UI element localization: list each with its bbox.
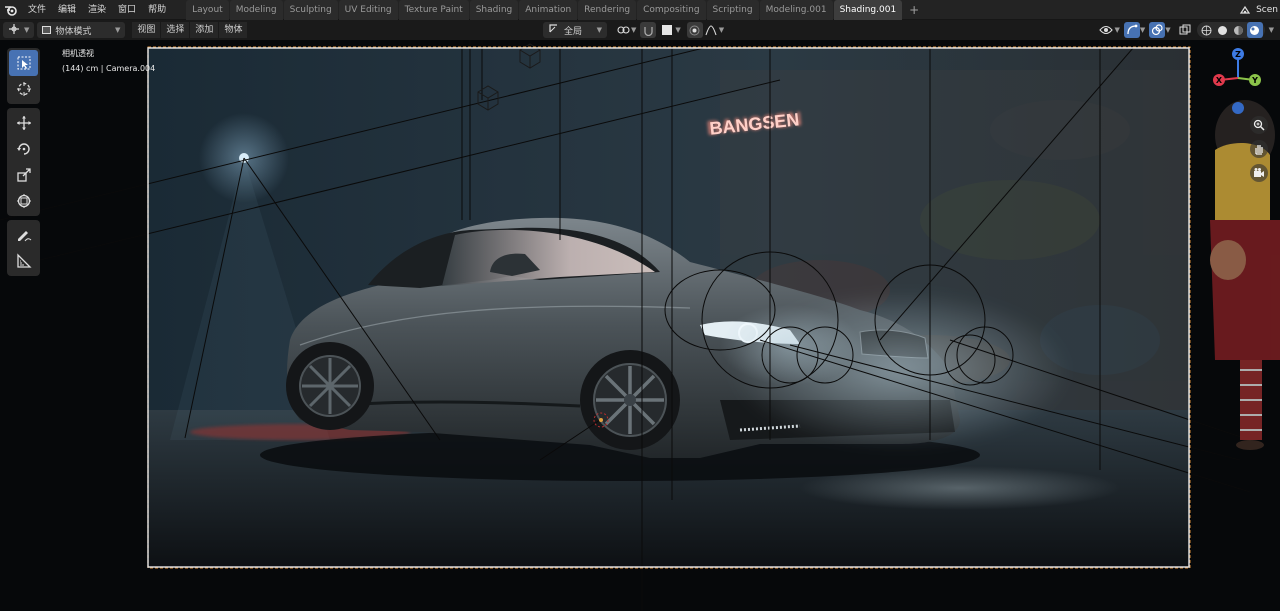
tool-shelf: [7, 48, 40, 280]
wireframe-shading-icon[interactable]: [1199, 22, 1215, 38]
menu-render[interactable]: 渲染: [82, 0, 112, 20]
rendered-scene[interactable]: BANGSEN BANGSEN: [0, 40, 1280, 611]
menu-view[interactable]: 视图: [132, 22, 161, 38]
shading-mode-group: [1196, 22, 1265, 38]
blender-logo-icon[interactable]: [0, 0, 22, 20]
pivot-icon[interactable]: [615, 22, 631, 38]
object-mode-icon: [42, 26, 52, 34]
menu-window[interactable]: 窗口: [112, 0, 142, 20]
chevron-down-icon[interactable]: ▼: [675, 26, 680, 34]
xray-toggle-icon[interactable]: [1177, 22, 1193, 38]
menu-object[interactable]: 物体: [219, 22, 248, 38]
snap-icon[interactable]: [640, 22, 657, 38]
pan-hand-icon[interactable]: [1250, 140, 1268, 158]
tab-layout[interactable]: Layout: [186, 0, 229, 20]
top-menu-bar: 文件 编辑 渲染 窗口 帮助 Layout Modeling Sculpting…: [0, 0, 1280, 20]
viewport-camera-mode: 相机透视: [62, 49, 94, 58]
chevron-down-icon[interactable]: ▼: [1140, 26, 1145, 34]
menu-select[interactable]: 选择: [161, 22, 190, 38]
editor-type-button[interactable]: ▼: [3, 22, 35, 38]
orientation-select[interactable]: 全局 ▼: [543, 22, 607, 38]
menu-file[interactable]: 文件: [22, 0, 52, 20]
select-box-tool[interactable]: [9, 50, 38, 76]
orientation-label: 全局: [564, 26, 583, 37]
3d-viewport[interactable]: BANGSEN BANGSEN 相机透视 (144) cm | Camera.0…: [0, 40, 1280, 611]
scene-name: Scen: [1256, 5, 1278, 15]
navigation-gizmo[interactable]: Z X Y: [1208, 44, 1268, 89]
move-tool[interactable]: [9, 110, 38, 136]
chevron-down-icon: ▼: [596, 26, 602, 34]
transform-tools: 全局 ▼ ▼ ▼ ▼: [540, 22, 724, 38]
viewport-header: ▼ 物体模式 ▼ 视图 选择 添加 物体 全局 ▼ ▼ ▼ ▼ ▼ ▼ ▼ ▼: [0, 20, 1280, 40]
chevron-down-icon: ▼: [115, 26, 121, 34]
tab-uv-editing[interactable]: UV Editing: [338, 0, 398, 20]
falloff-icon[interactable]: [703, 22, 719, 38]
scene-icon: [1237, 2, 1253, 18]
menu-help[interactable]: 帮助: [142, 0, 172, 20]
chevron-down-icon[interactable]: ▼: [631, 26, 636, 34]
camera-view: BANGSEN BANGSEN: [148, 47, 1190, 568]
orientation-icon: [548, 23, 559, 37]
tool-group-transform: [7, 108, 40, 216]
overlays-toggle-icon[interactable]: [1149, 22, 1166, 38]
zoom-icon[interactable]: [1250, 116, 1268, 134]
menu-edit[interactable]: 编辑: [52, 0, 82, 20]
gizmo-toggle-icon[interactable]: [1123, 22, 1140, 38]
mode-select[interactable]: 物体模式 ▼: [37, 22, 126, 38]
tool-group-select: [7, 48, 40, 104]
tab-animation[interactable]: Animation: [519, 0, 578, 20]
chevron-down-icon: ▼: [24, 26, 30, 34]
scene-selector[interactable]: Scen: [1237, 0, 1280, 20]
tab-rendering[interactable]: Rendering: [578, 0, 637, 20]
tab-shading-001[interactable]: Shading.001: [833, 0, 903, 20]
tab-texture-paint[interactable]: Texture Paint: [398, 0, 469, 20]
proportional-edit-icon[interactable]: [686, 22, 703, 38]
gizmo-y-label: Y: [1251, 76, 1258, 85]
tab-compositing[interactable]: Compositing: [637, 0, 706, 20]
gizmo-z-label: Z: [1235, 50, 1241, 59]
chevron-down-icon[interactable]: ▼: [719, 26, 724, 34]
tool-group-annotate: [7, 220, 40, 276]
chevron-down-icon[interactable]: ▼: [1165, 26, 1170, 34]
viewport-display-tools: ▼ ▼ ▼ ▼: [1098, 22, 1274, 38]
axis-icon: [8, 23, 20, 38]
rotate-tool[interactable]: [9, 136, 38, 162]
camera-view-icon[interactable]: [1250, 164, 1268, 182]
add-workspace-button[interactable]: +: [903, 0, 925, 20]
header-menus: 视图 选择 添加 物体: [131, 22, 248, 38]
gizmo-x-label: X: [1216, 76, 1223, 85]
workspace-tabs: Layout Modeling Sculpting UV Editing Tex…: [186, 0, 925, 20]
chevron-down-icon[interactable]: ▼: [1269, 26, 1274, 34]
menu-add[interactable]: 添加: [190, 22, 219, 38]
measure-tool[interactable]: [9, 248, 38, 274]
mode-label: 物体模式: [55, 26, 92, 37]
tab-shading[interactable]: Shading: [469, 0, 519, 20]
material-shading-icon[interactable]: [1231, 22, 1247, 38]
tab-modeling[interactable]: Modeling: [229, 0, 283, 20]
solid-shading-icon[interactable]: [1215, 22, 1231, 38]
transform-tool[interactable]: [9, 188, 38, 214]
tab-scripting[interactable]: Scripting: [706, 0, 759, 20]
annotate-tool[interactable]: [9, 222, 38, 248]
rendered-shading-icon[interactable]: [1246, 22, 1263, 38]
tab-sculpting[interactable]: Sculpting: [283, 0, 338, 20]
cursor-tool[interactable]: [9, 76, 38, 102]
viewport-camera-info: (144) cm | Camera.004: [62, 64, 156, 73]
tab-modeling-001[interactable]: Modeling.001: [759, 0, 833, 20]
chevron-down-icon[interactable]: ▼: [1114, 26, 1119, 34]
visibility-icon[interactable]: [1098, 22, 1114, 38]
scale-tool[interactable]: [9, 162, 38, 188]
snap-target-icon[interactable]: [659, 22, 675, 38]
